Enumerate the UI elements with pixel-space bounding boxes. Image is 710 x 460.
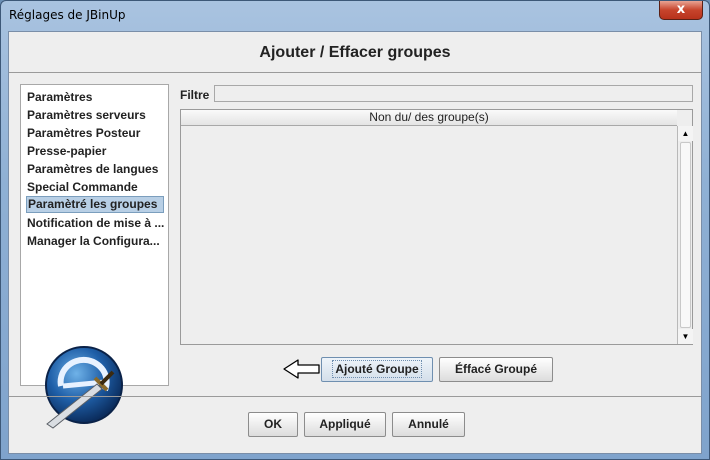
sidebar-item-notification[interactable]: Notification de mise à ... <box>26 215 164 232</box>
scroll-down-icon[interactable]: ▼ <box>678 329 693 344</box>
filter-input[interactable] <box>214 85 693 102</box>
footer-divider <box>9 396 701 397</box>
section-header: Ajouter / Effacer groupes <box>9 32 701 73</box>
apply-button[interactable]: Appliqué <box>304 412 386 437</box>
sidebar-item-parametres[interactable]: Paramètres <box>26 89 164 106</box>
vertical-scrollbar[interactable]: ▲ ▼ <box>677 126 693 344</box>
add-group-button[interactable]: Ajouté Groupe <box>321 357 433 382</box>
close-button[interactable]: x <box>659 1 703 20</box>
sidebar-item-configuration[interactable]: Manager la Configura... <box>26 233 164 250</box>
sidebar-item-langues[interactable]: Paramètres de langues <box>26 161 164 178</box>
app-logo-icon <box>45 346 123 429</box>
title-bar[interactable]: Réglages de JBinUp x <box>1 1 709 31</box>
settings-sidebar: Paramètres Paramètres serveurs Paramètre… <box>20 84 169 386</box>
scroll-track[interactable] <box>680 142 691 328</box>
sidebar-item-groupes[interactable]: Paramètré les groupes <box>26 196 164 213</box>
ok-button[interactable]: OK <box>248 412 298 437</box>
pointer-arrow-icon <box>283 359 320 379</box>
sidebar-item-special-commande[interactable]: Special Commande <box>26 179 164 196</box>
sidebar-item-parametres-posteur[interactable]: Paramètres Posteur <box>26 125 164 142</box>
cancel-button[interactable]: Annulé <box>392 412 465 437</box>
filter-label: Filtre <box>180 88 210 102</box>
delete-group-button[interactable]: Éffacé Groupé <box>439 357 553 382</box>
table-body[interactable] <box>181 126 677 344</box>
add-group-label: Ajouté Groupe <box>332 360 422 378</box>
dialog-content: Ajouter / Effacer groupes Paramètres Par… <box>8 31 702 454</box>
window-title: Réglages de JBinUp <box>9 8 126 22</box>
sidebar-item-presse-papier[interactable]: Presse-papier <box>26 143 164 160</box>
page-title: Ajouter / Effacer groupes <box>259 44 451 61</box>
scroll-up-icon[interactable]: ▲ <box>678 126 693 141</box>
sidebar-item-parametres-serveurs[interactable]: Paramètres serveurs <box>26 107 164 124</box>
settings-window: Réglages de JBinUp x Ajouter / Effacer g… <box>0 0 710 460</box>
column-header-group-name[interactable]: Non du/ des groupe(s) <box>181 110 677 126</box>
groups-table: Non du/ des groupe(s) ▲ ▼ <box>180 109 693 345</box>
